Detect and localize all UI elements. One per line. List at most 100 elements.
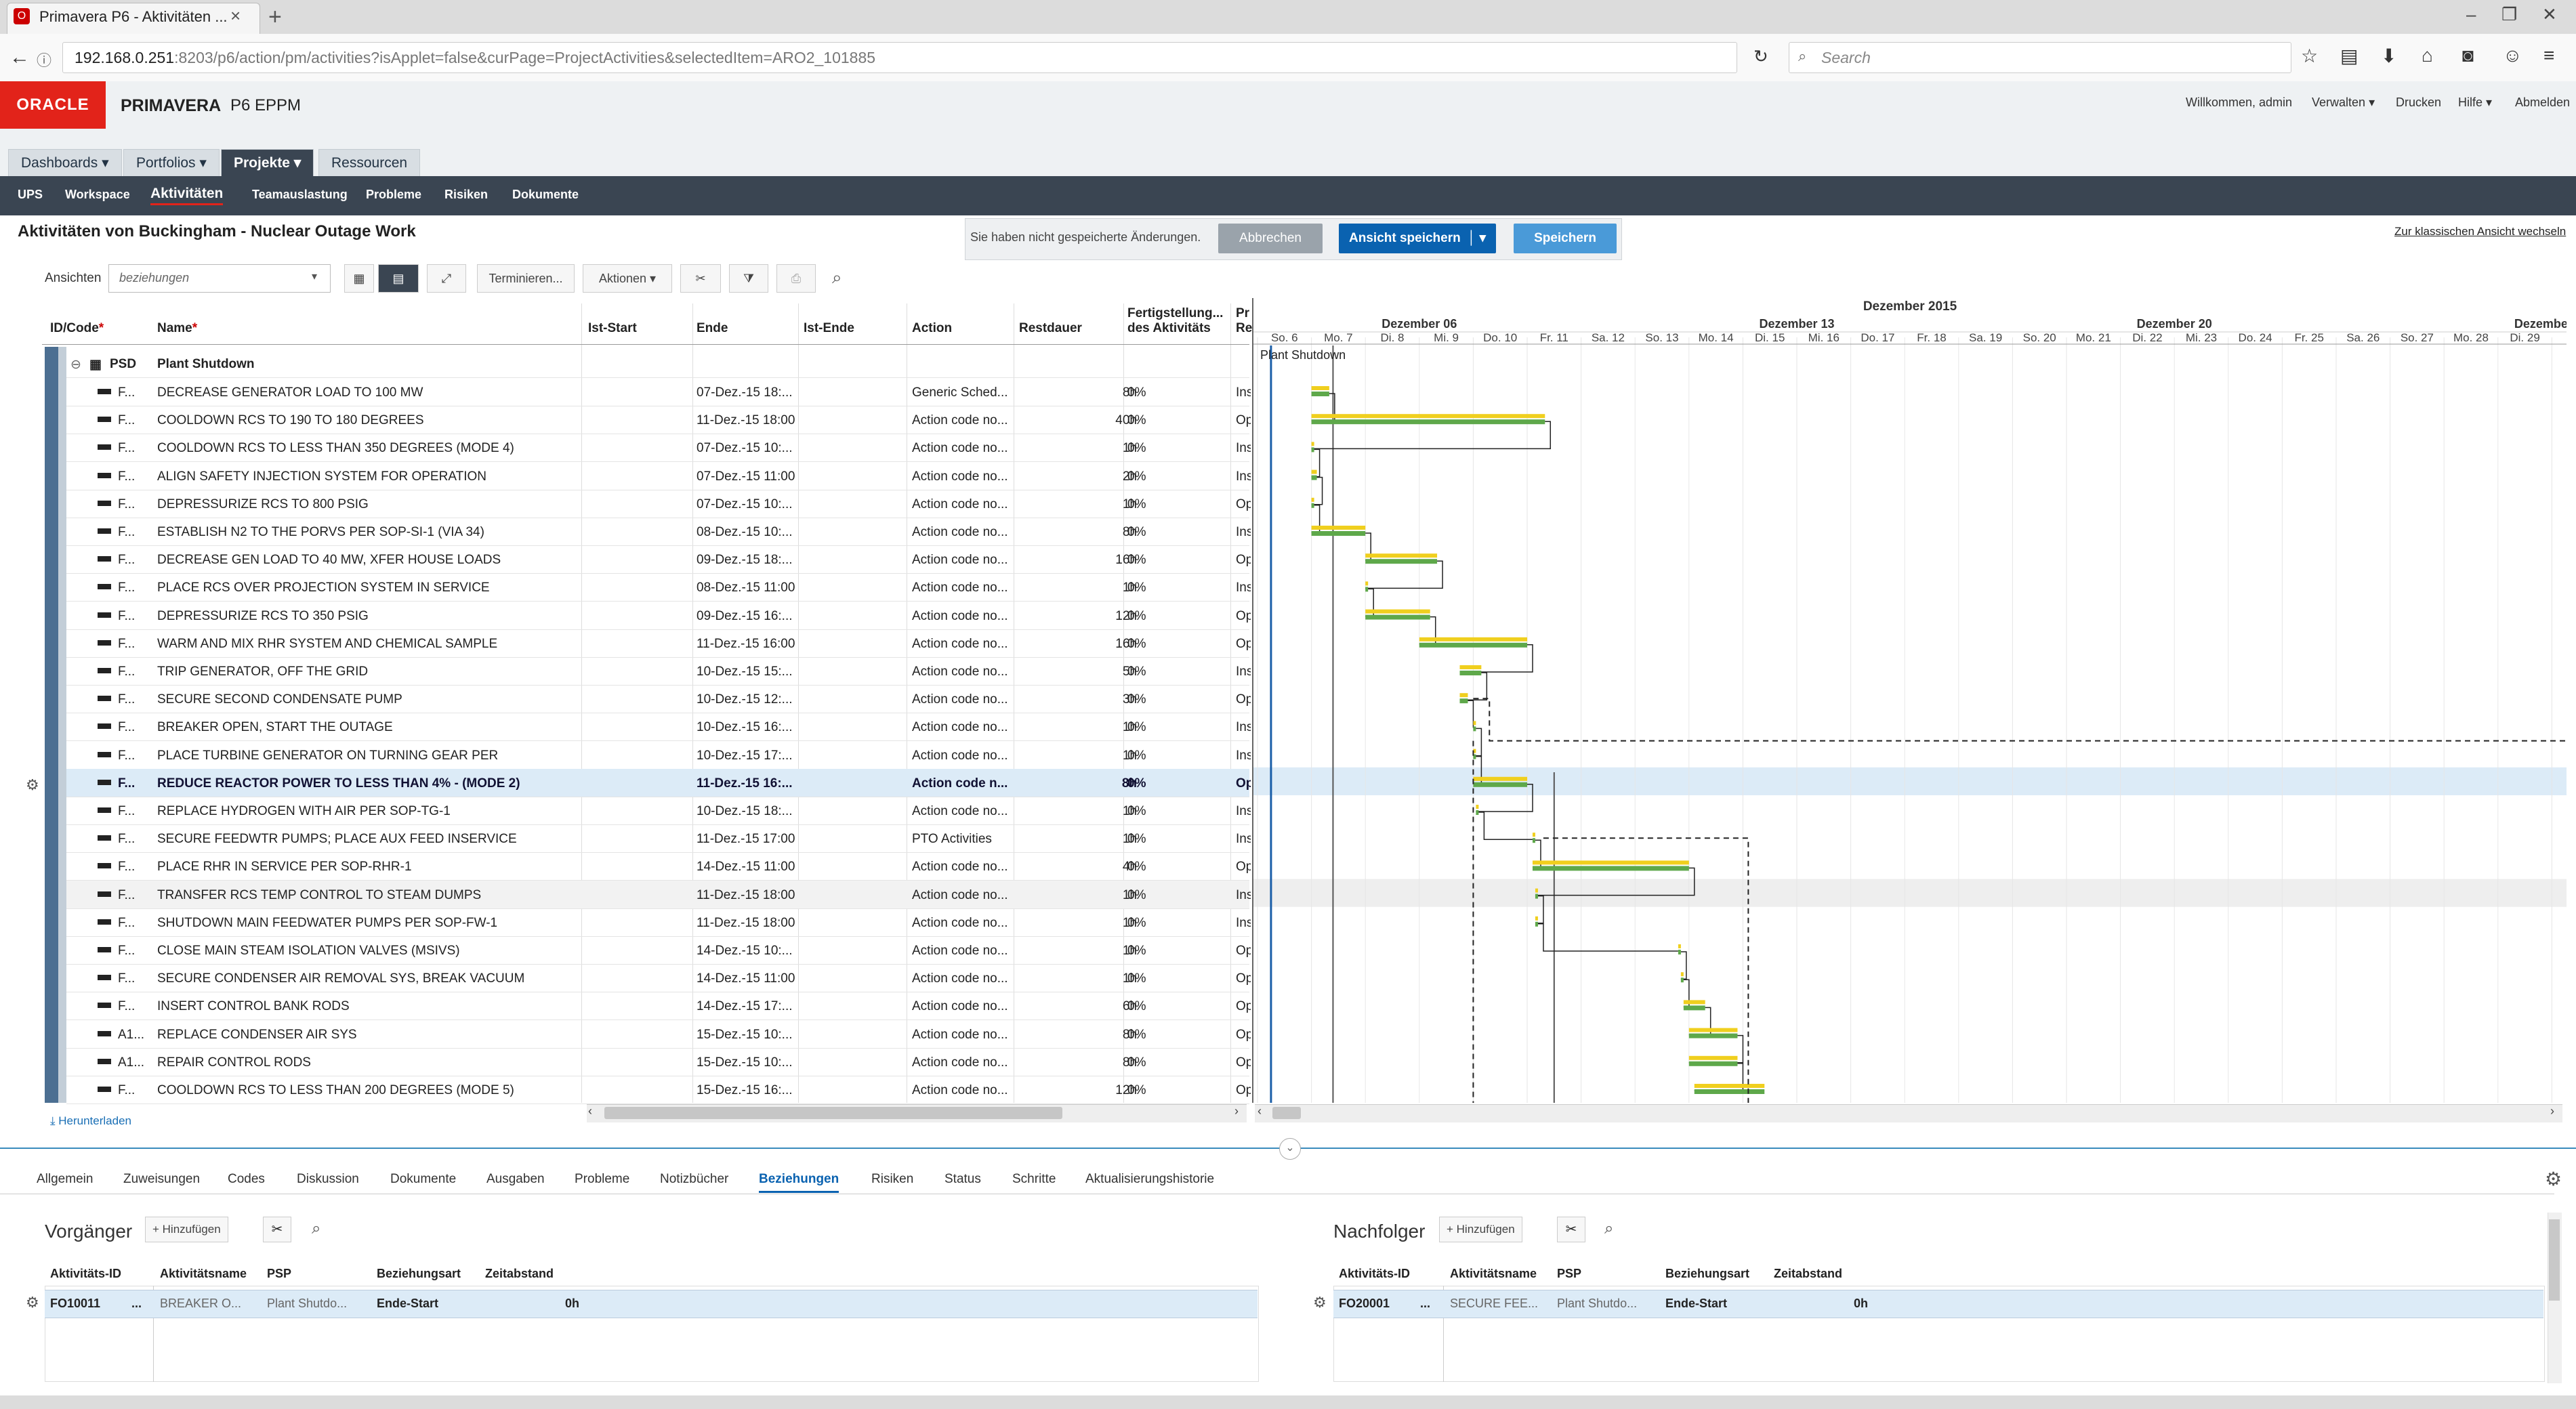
verwalten-menu[interactable]: Verwalten ▾ [2312,96,2375,110]
col-header-ist-start[interactable]: Ist-Start [588,321,637,336]
col-header-fertig[interactable]: Fertigstellung... des Aktivitäts [1127,306,1223,336]
col-header-pr[interactable]: Pr Re [1236,306,1252,336]
activity-row[interactable]: F... REDUCE REACTOR POWER TO LESS THAN 4%… [66,768,1251,797]
home-icon[interactable]: ⌂ [2422,45,2433,66]
table-view-icon[interactable]: ▦ [344,264,374,293]
schedule-button[interactable]: Terminieren... [477,264,575,293]
succ-lag[interactable]: 0h [1854,1297,1868,1311]
close-window-icon[interactable]: ✕ [2542,4,2557,25]
restore-icon[interactable]: ❐ [2501,4,2517,25]
subnav-probleme[interactable]: Probleme [366,188,421,202]
succ-header-name[interactable]: Aktivitätsname [1450,1267,1537,1281]
activity-row[interactable]: F... COOLDOWN RCS TO LESS THAN 200 DEGREE… [66,1076,1251,1104]
row-settings-gear-icon[interactable]: ⚙ [26,776,39,794]
cancel-button[interactable]: Abbrechen [1218,224,1323,253]
activity-row[interactable]: F... PLACE RHR IN SERVICE PER SOP-RHR-1 14… [66,852,1251,881]
pred-header-id[interactable]: Aktivitäts-ID [50,1267,121,1281]
tab-dokumente[interactable]: Dokumente [390,1172,456,1187]
bottom-vscroll-thumb[interactable] [2549,1219,2560,1301]
activity-row[interactable]: F... DECREASE GEN LOAD TO 40 MW, XFER HOU… [66,545,1251,574]
col-header-id[interactable]: ID/Code* [50,321,104,336]
settings-gear-icon[interactable]: ⚙ [2545,1168,2562,1190]
activity-row[interactable]: F... BREAKER OPEN, START THE OUTAGE 10-Dez… [66,713,1251,742]
tab-risiken[interactable]: Risiken [871,1172,913,1187]
filter-icon[interactable]: ⧩ [729,264,768,293]
account-icon[interactable]: ☺ [2503,45,2522,66]
tab-status[interactable]: Status [944,1172,981,1187]
grid-hscroll-thumb[interactable] [604,1107,1062,1119]
activity-row[interactable]: F... WARM AND MIX RHR SYSTEM AND CHEMICAL… [66,629,1251,658]
activity-row[interactable]: F... COOLDOWN RCS TO 190 TO 180 DEGREES 11… [66,406,1251,435]
abmelden-link[interactable]: Abmelden [2515,96,2570,110]
pred-header-lag[interactable]: Zeitabstand [485,1267,554,1281]
activity-row[interactable]: F... SECURE SECOND CONDENSATE PUMP 10-Dez.… [66,685,1251,714]
tab-beziehungen[interactable]: Beziehungen [759,1172,839,1193]
col-header-name[interactable]: Name* [157,321,197,336]
activity-row[interactable]: F... DEPRESSURIZE RCS TO 350 PSIG 09-Dez.-… [66,602,1251,630]
activity-row[interactable]: F... INSERT CONTROL BANK RODS 14-Dez.-15 1… [66,992,1251,1021]
succ-more[interactable]: ... [1420,1297,1430,1311]
activity-row[interactable]: F... TRIP GENERATOR, OFF THE GRID 10-Dez.-… [66,657,1251,686]
gantt-hscroll-thumb[interactable] [1272,1107,1301,1119]
succ-type[interactable]: Ende-Start [1665,1297,1727,1311]
tab-close-icon[interactable]: × [230,5,241,26]
new-tab-icon[interactable]: + [268,4,282,30]
tools-icon[interactable]: ✂ [680,264,721,293]
activity-row[interactable]: F... REPLACE HYDROGEN WITH AIR PER SOP-TG… [66,797,1251,825]
activity-row[interactable]: F... SECURE FEEDWTR PUMPS; PLACE AUX FEED… [66,824,1251,854]
save-view-button[interactable]: Ansicht speichern │ ▾ [1339,224,1496,253]
col-header-ist-ende[interactable]: Ist-Ende [804,321,854,336]
row-settings-gear-icon[interactable]: ⚙ [1313,1294,1327,1311]
scroll-right-icon[interactable]: › [1234,1104,1239,1118]
back-icon[interactable]: ← [9,46,30,69]
add-successor-button[interactable]: + Hinzufügen [1439,1217,1522,1242]
reading-list-icon[interactable]: ▤ [2340,45,2358,67]
activity-row[interactable]: F... PLACE RCS OVER PROJECTION SYSTEM IN … [66,573,1251,602]
col-header-restdauer[interactable]: Restdauer [1019,321,1082,336]
download-link[interactable]: ⤓ Herunterladen [50,1114,131,1128]
subnav-workspace[interactable]: Workspace [65,188,130,202]
scroll-left-icon[interactable]: ‹ [1258,1104,1262,1118]
download-icon[interactable]: ⬇ [2381,45,2396,67]
scroll-right-icon[interactable]: › [2550,1104,2554,1118]
col-header-action[interactable]: Action [912,321,952,336]
add-predecessor-button[interactable]: + Hinzufügen [145,1217,228,1242]
subnav-dokumente[interactable]: Dokumente [512,188,579,202]
fullscreen-icon[interactable]: ⤢ [427,264,466,293]
search-icon[interactable]: ⌕ [832,267,842,289]
activity-row[interactable]: F... ESTABLISH N2 TO THE PORVS PER SOP-SI… [66,518,1251,546]
activity-row[interactable]: F... DECREASE GENERATOR LOAD TO 100 MW 07-… [66,378,1251,406]
subnav-teamauslastung[interactable]: Teamauslastung [252,188,348,202]
succ-header-lag[interactable]: Zeitabstand [1774,1267,1842,1281]
activity-row[interactable]: F... CLOSE MAIN STEAM ISOLATION VALVES (M… [66,936,1251,965]
subnav-risiken[interactable]: Risiken [444,188,488,202]
search-icon[interactable]: ⌕ [312,1219,320,1238]
tab-ressourcen[interactable]: Ressourcen [318,149,421,177]
activity-row[interactable]: F... ALIGN SAFETY INJECTION SYSTEM FOR OP… [66,462,1251,490]
collapse-panel-icon[interactable]: ⌄ [1279,1138,1301,1160]
collapse-icon[interactable]: ⊖ [70,357,81,373]
subnav-aktivitaeten[interactable]: Aktivitäten [150,186,224,205]
scroll-left-icon[interactable]: ‹ [588,1104,592,1118]
minimize-icon[interactable]: – [2466,4,2476,25]
succ-header-type[interactable]: Beziehungsart [1665,1267,1749,1281]
activity-row[interactable]: F... SECURE CONDENSER AIR REMOVAL SYS, BR… [66,964,1251,993]
info-icon[interactable]: ⓘ [37,49,51,70]
activity-row[interactable]: F... PLACE TURBINE GENERATOR ON TURNING G… [66,741,1251,770]
print-icon[interactable]: ⎙ [776,264,816,293]
tab-ausgaben[interactable]: Ausgaben [486,1172,545,1187]
tab-schritte[interactable]: Schritte [1012,1172,1056,1187]
reload-icon[interactable]: ↻ [1753,46,1768,67]
tab-aktualisierungshistorie[interactable]: Aktualisierungshistorie [1085,1172,1214,1187]
menu-icon[interactable]: ≡ [2543,45,2554,66]
pocket-icon[interactable]: ◙ [2462,45,2474,66]
hilfe-menu[interactable]: Hilfe ▾ [2458,96,2492,110]
tab-codes[interactable]: Codes [228,1172,265,1187]
classic-view-link[interactable]: Zur klassischen Ansicht wechseln [2394,225,2566,238]
activity-row[interactable]: A1... REPAIR CONTROL RODS 15-Dez.-15 10:..… [66,1048,1251,1076]
activity-row[interactable]: F... TRANSFER RCS TEMP CONTROL TO STEAM D… [66,880,1251,909]
actions-menu[interactable]: Aktionen ▾ [583,264,672,293]
tab-portfolios[interactable]: Portfolios ▾ [123,149,220,177]
col-header-ende[interactable]: Ende [697,321,728,336]
succ-header-psp[interactable]: PSP [1557,1267,1581,1281]
